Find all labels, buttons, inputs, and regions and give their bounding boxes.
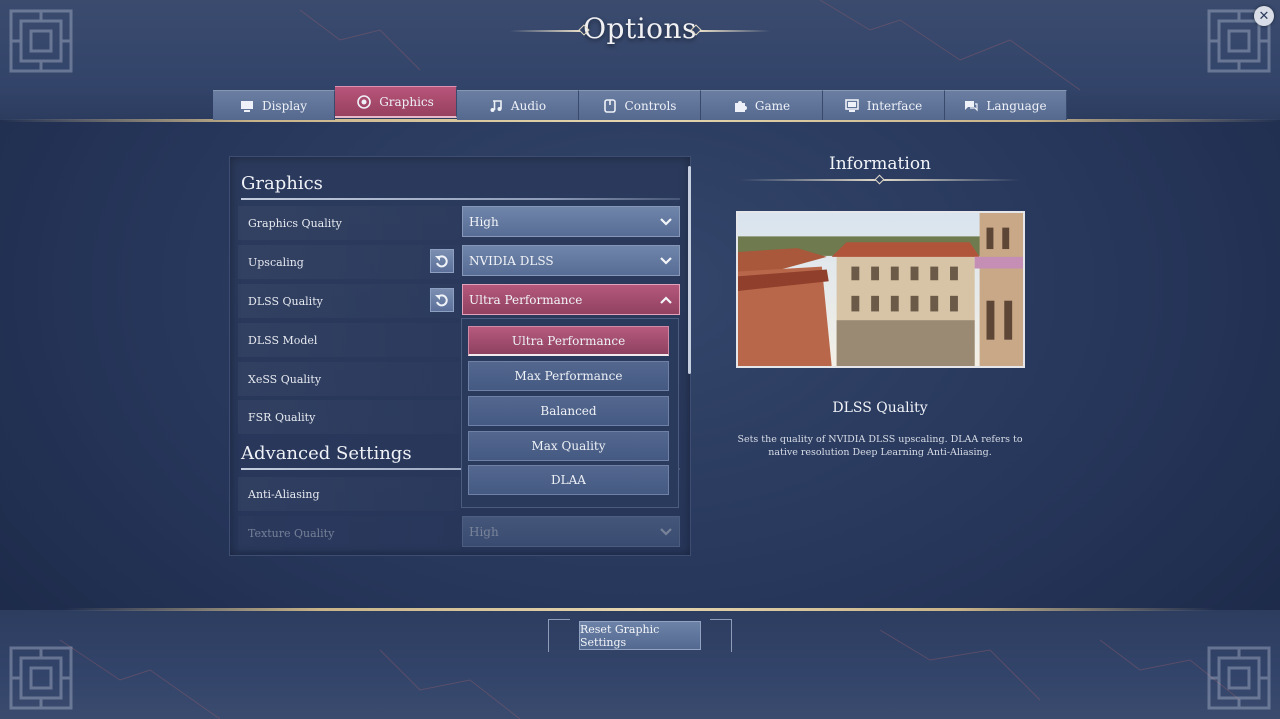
setting-row-dlss-quality: DLSS Quality Ultra Performance — [238, 284, 680, 318]
speech-icon — [964, 99, 978, 113]
select-value: NVIDIA DLSS — [469, 253, 554, 268]
chevron-down-icon — [659, 215, 673, 229]
music-note-icon — [489, 99, 503, 113]
section-title-graphics: Graphics — [241, 173, 323, 194]
tab-controls[interactable]: Controls — [579, 90, 701, 120]
tab-interface[interactable]: Interface — [823, 90, 945, 120]
dropdown-option-balanced[interactable]: Balanced — [468, 396, 669, 426]
setting-label: FSR Quality — [238, 400, 460, 434]
screen-icon — [844, 98, 859, 113]
tab-bar: Display Graphics Audio Controls Game Int… — [213, 86, 1067, 120]
setting-label: DLSS Quality — [238, 284, 460, 318]
puzzle-icon — [733, 99, 747, 113]
graphics-quality-select[interactable]: High — [462, 206, 680, 237]
close-button[interactable]: ✕ — [1254, 6, 1274, 26]
tab-audio[interactable]: Audio — [457, 90, 579, 120]
page-header: Options — [500, 12, 780, 52]
setting-label: Upscaling — [238, 245, 460, 279]
tab-label: Audio — [510, 98, 547, 113]
eye-icon — [357, 94, 371, 109]
dlss-quality-dropdown: Ultra Performance Max Performance Balanc… — [461, 318, 679, 508]
settings-scrollbar[interactable] — [688, 166, 691, 374]
setting-label: XeSS Quality — [238, 362, 460, 396]
texture-quality-select[interactable]: High — [462, 516, 680, 547]
section-divider — [241, 198, 680, 200]
tab-label: Controls — [624, 98, 677, 113]
info-ornament — [874, 174, 885, 185]
select-value: High — [469, 214, 499, 229]
reset-graphic-settings-button[interactable]: Reset Graphic Settings — [579, 621, 701, 650]
setting-label: Texture Quality — [238, 516, 460, 550]
footer-divider — [0, 608, 1280, 611]
setting-label: Graphics Quality — [238, 206, 460, 240]
tab-label: Game — [754, 98, 791, 113]
chevron-up-icon — [659, 293, 673, 307]
tab-label: Display — [261, 98, 308, 113]
tab-display[interactable]: Display — [213, 90, 335, 120]
tab-label: Graphics — [379, 94, 434, 109]
dropdown-option-dlaa[interactable]: DLAA — [468, 465, 669, 495]
undo-icon — [435, 294, 448, 307]
tab-game[interactable]: Game — [701, 90, 823, 120]
meander-ornament — [6, 6, 76, 76]
dropdown-option-max-performance[interactable]: Max Performance — [468, 361, 669, 391]
info-description: Sets the quality of NVIDIA DLSS upscalin… — [737, 434, 1023, 458]
select-value: High — [469, 524, 499, 539]
close-icon: ✕ — [1258, 8, 1270, 24]
setting-row-upscaling: Upscaling NVIDIA DLSS — [238, 245, 680, 279]
tab-label: Interface — [866, 98, 923, 113]
meander-ornament — [1204, 643, 1274, 713]
tab-graphics[interactable]: Graphics — [335, 86, 457, 118]
title-ornament — [700, 30, 770, 32]
dropdown-option-ultra-performance[interactable]: Ultra Performance — [468, 326, 669, 356]
chevron-down-icon — [659, 525, 673, 539]
tab-label: Language — [986, 98, 1047, 113]
setting-label: DLSS Model — [238, 323, 460, 357]
setting-row-texture-quality: Texture Quality High — [238, 516, 680, 550]
page-title: Options — [583, 12, 697, 45]
tab-language[interactable]: Language — [945, 90, 1067, 120]
setting-row-graphics-quality: Graphics Quality High — [238, 206, 680, 240]
meander-ornament — [6, 643, 76, 713]
chevron-down-icon — [659, 254, 673, 268]
upscaling-select[interactable]: NVIDIA DLSS — [462, 245, 680, 276]
monitor-icon — [240, 99, 254, 113]
section-title-advanced: Advanced Settings — [241, 443, 412, 464]
reset-upscaling-button[interactable] — [430, 249, 454, 273]
controls-icon — [603, 98, 617, 113]
button-ornament — [710, 619, 732, 652]
preview-image — [736, 211, 1025, 368]
info-title: Information — [828, 154, 932, 174]
dropdown-option-max-quality[interactable]: Max Quality — [468, 431, 669, 461]
info-setting-name: DLSS Quality — [832, 400, 928, 416]
button-ornament — [548, 619, 570, 652]
undo-icon — [435, 255, 448, 268]
title-ornament — [510, 30, 580, 32]
select-value: Ultra Performance — [469, 292, 583, 307]
dlss-quality-select[interactable]: Ultra Performance — [462, 284, 680, 315]
reset-dlss-quality-button[interactable] — [430, 288, 454, 312]
setting-label: Anti-Aliasing — [238, 477, 460, 511]
